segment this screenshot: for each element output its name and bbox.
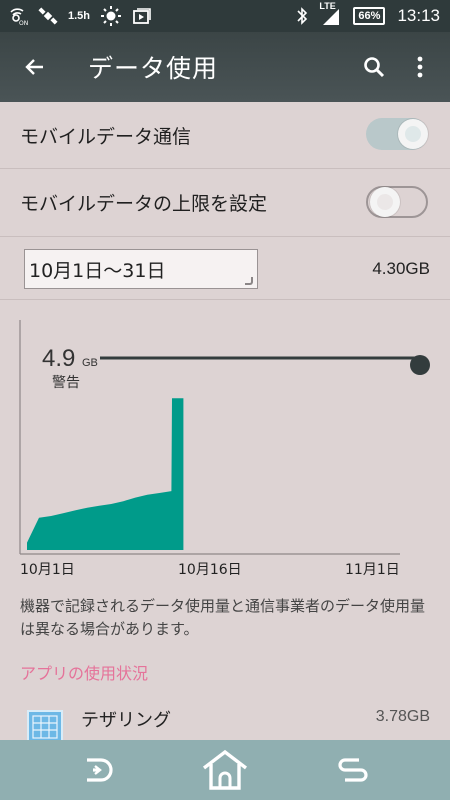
app-name: テザリング <box>81 710 171 731</box>
tethering-app-icon <box>27 710 63 744</box>
more-options-button[interactable] <box>400 45 440 89</box>
bluetooth-icon <box>295 5 309 27</box>
usage-chart: 4.9 GB 警告 10月1日 10月16日 11月1日 <box>0 300 450 585</box>
battery-indicator: 66% <box>353 7 386 25</box>
lte-label: LTE <box>319 1 336 11</box>
total-usage: 4.30GB <box>372 259 430 278</box>
x-tick-label: 10月1日 <box>20 562 75 578</box>
mobile-data-label: モバイルデータ通信 <box>20 125 192 148</box>
x-tick-label: 10月16日 <box>178 562 242 578</box>
svg-text:ON: ON <box>19 20 28 26</box>
search-icon <box>364 57 385 78</box>
app-bar: データ使用 <box>0 32 450 102</box>
mobile-data-switch[interactable] <box>366 118 428 150</box>
network-label: 1.5h <box>68 10 91 22</box>
cycle-date-range: 10月1日〜31日 <box>29 259 166 282</box>
data-limit-label: モバイルデータの上限を設定 <box>20 193 268 215</box>
switch-knob <box>370 187 400 217</box>
usage-note: 機器で記録されるデータ使用量と通信事業者のデータ使用量は異なる場合があります。 <box>20 597 426 638</box>
brightness-icon <box>100 5 122 27</box>
clock: 13:13 <box>397 6 440 25</box>
navigation-bar <box>0 740 450 800</box>
warning-label: 警告 <box>52 375 80 391</box>
media-icon <box>132 5 152 27</box>
app-usage-header: アプリの使用状況 <box>20 664 149 683</box>
switch-knob <box>398 119 428 149</box>
more-vert-icon <box>417 56 423 78</box>
cycle-date-select[interactable]: 10月1日〜31日 <box>24 249 258 289</box>
data-limit-switch[interactable] <box>366 186 428 218</box>
back-arrow-icon <box>25 59 43 75</box>
mobile-data-row[interactable]: モバイルデータ通信 <box>0 102 450 169</box>
home-nav-button[interactable] <box>190 746 260 794</box>
usage-chart-svg: 4.9 GB 警告 <box>19 320 430 555</box>
lte-signal-icon: LTE <box>319 1 341 27</box>
search-button[interactable] <box>352 45 396 89</box>
recent-apps-button[interactable] <box>318 746 388 794</box>
dropdown-corner-icon <box>245 277 253 285</box>
app-usage-row[interactable]: テザリング 3.78GB <box>0 700 450 744</box>
app-usage-value: 3.78GB <box>375 708 430 725</box>
x-tick-label: 11月1日 <box>345 562 400 578</box>
nfc-icon: ON <box>8 5 28 27</box>
warning-handle[interactable] <box>410 355 430 375</box>
satellite-icon <box>38 5 58 27</box>
recent-apps-icon <box>338 758 368 782</box>
warning-value: 4.9 <box>42 345 75 372</box>
back-nav-button[interactable] <box>62 746 132 794</box>
usage-area <box>27 398 184 550</box>
home-icon <box>202 749 248 790</box>
back-nav-icon <box>87 758 113 782</box>
data-limit-row[interactable]: モバイルデータの上限を設定 <box>0 169 450 237</box>
back-button[interactable] <box>0 32 70 102</box>
page-title: データ使用 <box>88 54 219 83</box>
status-bar: ON 1.5h LTE 66% 13:13 <box>0 0 450 32</box>
warning-unit: GB <box>82 357 98 369</box>
